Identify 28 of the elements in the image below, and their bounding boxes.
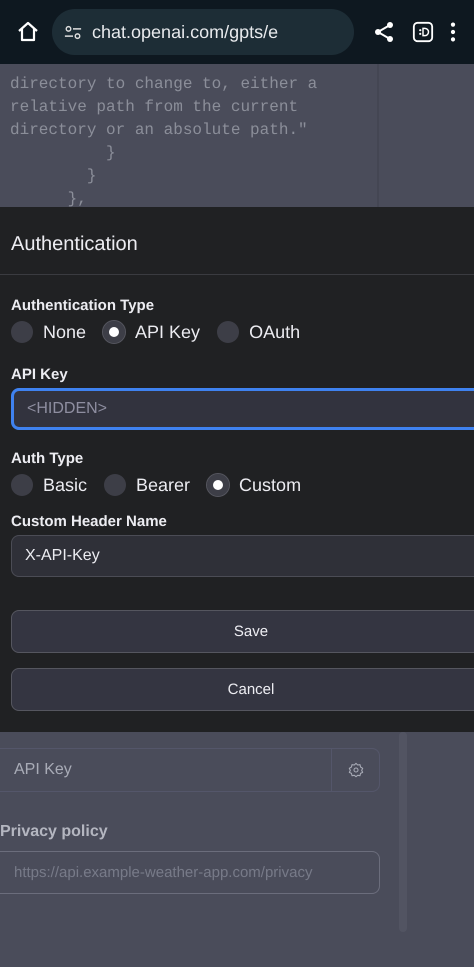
radio-option[interactable]: API Key (103, 321, 200, 343)
field-label: Privacy policy (0, 823, 109, 842)
field-label: Authentication Type (11, 297, 156, 315)
field-value: API Key (13, 761, 73, 779)
save-button[interactable]: Save (11, 610, 474, 653)
tab-switcher-icon[interactable] (412, 21, 434, 43)
address-bar[interactable]: chat.openai.com/gpts/e (52, 9, 354, 55)
url-text: chat.openai.com/gpts/e (92, 22, 278, 42)
authentication-field[interactable]: API Key (0, 748, 380, 792)
settings-icon[interactable] (348, 762, 364, 778)
scrollbar-track[interactable] (399, 732, 407, 932)
header-name-field[interactable]: X-API-Key (11, 535, 474, 577)
password-field[interactable]: <HIDDEN> (11, 388, 474, 430)
site-settings-icon[interactable] (64, 24, 82, 40)
radio-option[interactable]: Bearer (104, 474, 190, 496)
radio-option[interactable]: OAuth (217, 321, 300, 343)
radio-option[interactable]: Basic (11, 474, 88, 496)
radio-option[interactable]: None (11, 321, 86, 343)
field-label: Custom Header Name (11, 513, 168, 531)
radio-option[interactable]: Custom (207, 474, 302, 496)
field-label: API Key (11, 366, 69, 384)
dialog-title: Authentication (0, 207, 474, 275)
field-label: Auth Type (11, 450, 84, 468)
home-icon[interactable] (16, 20, 40, 44)
cancel-button[interactable]: Cancel (11, 668, 474, 711)
code-text: directory to change to, either a relative path from the current directory or an absolute path." } } }, (9, 74, 318, 207)
share-icon[interactable] (372, 20, 396, 44)
menu-icon[interactable] (450, 21, 456, 43)
